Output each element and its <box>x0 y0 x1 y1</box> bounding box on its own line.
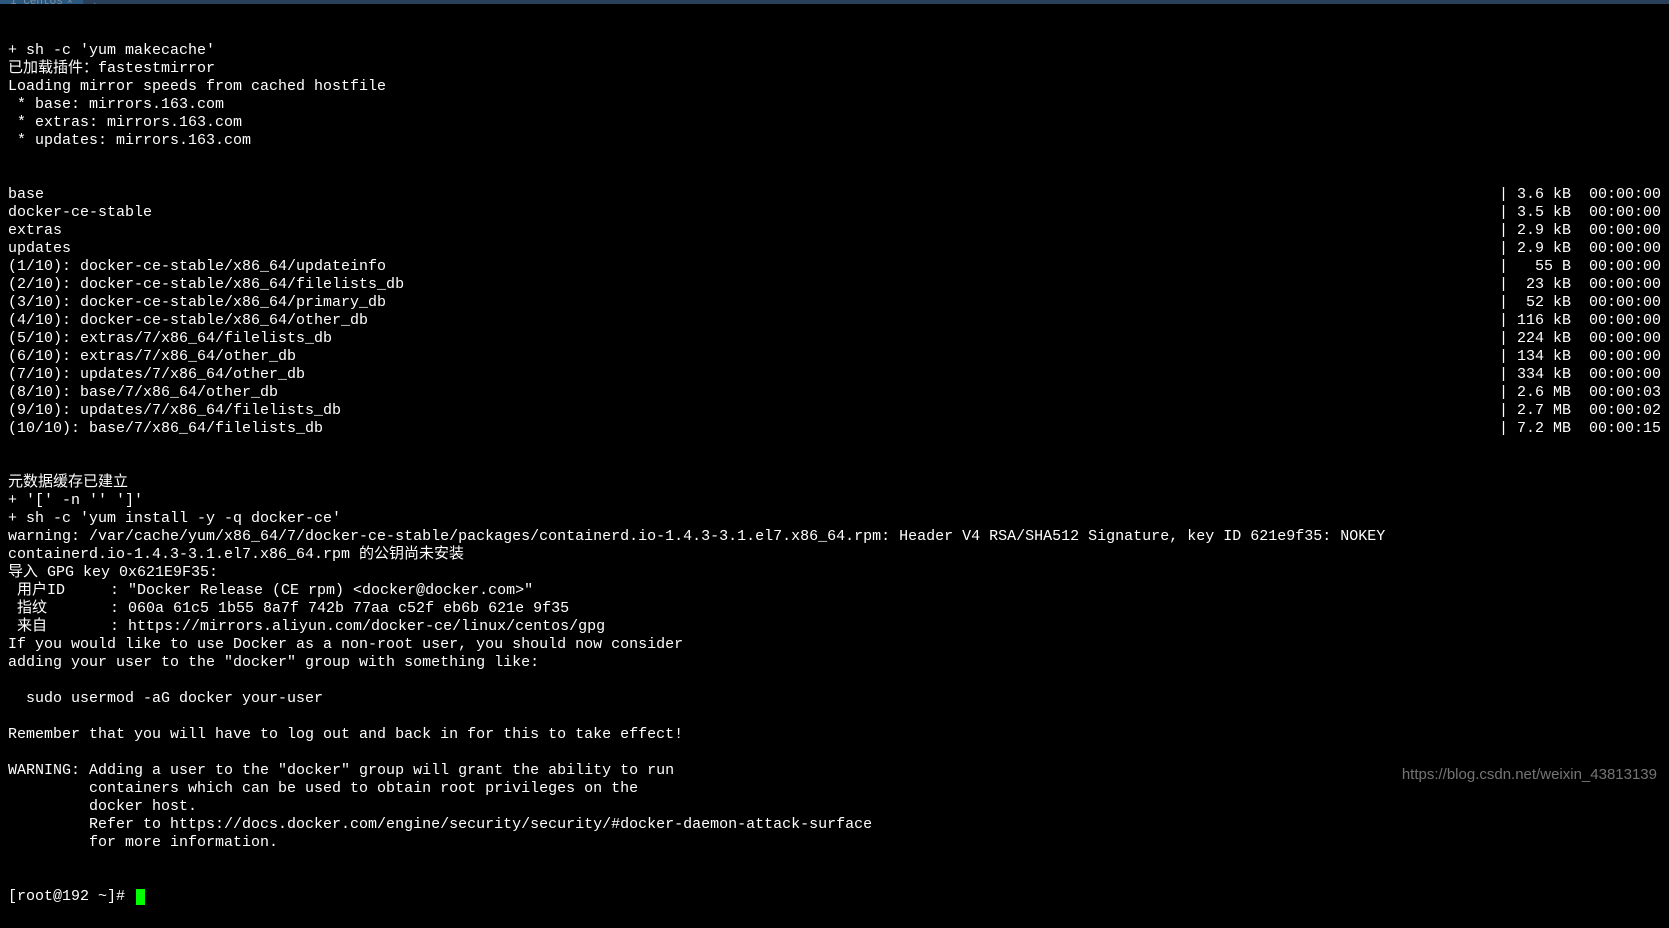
repo-row: (1/10): docker-ce-stable/x86_64/updatein… <box>8 258 1661 276</box>
repo-row: (3/10): docker-ce-stable/x86_64/primary_… <box>8 294 1661 312</box>
terminal-output[interactable]: + sh -c 'yum makecache'已加载插件：fastestmirr… <box>0 4 1669 928</box>
repo-name: (4/10): docker-ce-stable/x86_64/other_db <box>8 312 368 330</box>
shell-prompt: [root@192 ~]# <box>8 888 134 906</box>
repo-name: docker-ce-stable <box>8 204 152 222</box>
repo-row: base | 3.6 kB 00:00:00 <box>8 186 1661 204</box>
repo-stats: | 116 kB 00:00:00 <box>1499 312 1661 330</box>
terminal-line: + sh -c 'yum install -y -q docker-ce' <box>8 510 1661 528</box>
plus-icon: + <box>91 0 99 4</box>
terminal-line: 导入 GPG key 0x621E9F35: <box>8 564 1661 582</box>
repo-name: (2/10): docker-ce-stable/x86_64/filelist… <box>8 276 404 294</box>
repo-row: updates | 2.9 kB 00:00:00 <box>8 240 1661 258</box>
terminal-line: sudo usermod -aG docker your-user <box>8 690 1661 708</box>
repo-stats: | 334 kB 00:00:00 <box>1499 366 1661 384</box>
tab-label: 1 centos <box>10 0 63 4</box>
repo-name: (8/10): base/7/x86_64/other_db <box>8 384 278 402</box>
repo-row: (5/10): extras/7/x86_64/filelists_db | 22… <box>8 330 1661 348</box>
repo-row: (9/10): updates/7/x86_64/filelists_db | 2… <box>8 402 1661 420</box>
add-tab-button[interactable]: + <box>83 0 107 4</box>
terminal-line: 指纹 : 060a 61c5 1b55 8a7f 742b 77aa c52f … <box>8 600 1661 618</box>
repo-name: (7/10): updates/7/x86_64/other_db <box>8 366 305 384</box>
repo-name: (3/10): docker-ce-stable/x86_64/primary_… <box>8 294 386 312</box>
repo-stats: | 55 B 00:00:00 <box>1499 258 1661 276</box>
terminal-line: * updates: mirrors.163.com <box>8 132 1661 150</box>
terminal-line: 元数据缓存已建立 <box>8 474 1661 492</box>
terminal-line <box>8 744 1661 762</box>
terminal-line: 来自 : https://mirrors.aliyun.com/docker-c… <box>8 618 1661 636</box>
repo-row: docker-ce-stable | 3.5 kB 00:00:00 <box>8 204 1661 222</box>
repo-row: (10/10): base/7/x86_64/filelists_db | 7.2… <box>8 420 1661 438</box>
cursor-icon <box>136 889 145 905</box>
repo-stats: | 7.2 MB 00:00:15 <box>1499 420 1661 438</box>
terminal-line: 用户ID : "Docker Release (CE rpm) <docker@… <box>8 582 1661 600</box>
repo-stats: | 3.5 kB 00:00:00 <box>1499 204 1661 222</box>
repo-name: extras <box>8 222 62 240</box>
terminal-line: + sh -c 'yum makecache' <box>8 42 1661 60</box>
repo-name: (9/10): updates/7/x86_64/filelists_db <box>8 402 341 420</box>
terminal-line: Loading mirror speeds from cached hostfi… <box>8 78 1661 96</box>
terminal-line: If you would like to use Docker as a non… <box>8 636 1661 654</box>
repo-row: (7/10): updates/7/x86_64/other_db | 334 k… <box>8 366 1661 384</box>
terminal-line: Refer to https://docs.docker.com/engine/… <box>8 816 1661 834</box>
terminal-line: adding your user to the "docker" group w… <box>8 654 1661 672</box>
terminal-line: warning: /var/cache/yum/x86_64/7/docker-… <box>8 528 1661 546</box>
repo-stats: | 224 kB 00:00:00 <box>1499 330 1661 348</box>
repo-name: (1/10): docker-ce-stable/x86_64/updatein… <box>8 258 386 276</box>
repo-stats: | 52 kB 00:00:00 <box>1499 294 1661 312</box>
repo-row: (6/10): extras/7/x86_64/other_db | 134 kB… <box>8 348 1661 366</box>
terminal-line <box>8 672 1661 690</box>
repo-row: (8/10): base/7/x86_64/other_db | 2.6 MB 0… <box>8 384 1661 402</box>
terminal-line: * base: mirrors.163.com <box>8 96 1661 114</box>
repo-stats: | 2.7 MB 00:00:02 <box>1499 402 1661 420</box>
prompt-line[interactable]: [root@192 ~]# <box>8 888 1661 906</box>
repo-stats: | 23 kB 00:00:00 <box>1499 276 1661 294</box>
terminal-line: 已加载插件：fastestmirror <box>8 60 1661 78</box>
terminal-line: * extras: mirrors.163.com <box>8 114 1661 132</box>
tab-centos[interactable]: 1 centos × <box>0 0 83 4</box>
repo-stats: | 2.9 kB 00:00:00 <box>1499 240 1661 258</box>
repo-stats: | 134 kB 00:00:00 <box>1499 348 1661 366</box>
repo-name: base <box>8 186 44 204</box>
repo-name: (10/10): base/7/x86_64/filelists_db <box>8 420 323 438</box>
repo-row: (2/10): docker-ce-stable/x86_64/filelist… <box>8 276 1661 294</box>
repo-name: (5/10): extras/7/x86_64/filelists_db <box>8 330 332 348</box>
watermark-text: https://blog.csdn.net/weixin_43813139 <box>1402 766 1657 783</box>
repo-stats: | 2.9 kB 00:00:00 <box>1499 222 1661 240</box>
repo-name: (6/10): extras/7/x86_64/other_db <box>8 348 296 366</box>
terminal-line: Remember that you will have to log out a… <box>8 726 1661 744</box>
terminal-line <box>8 708 1661 726</box>
terminal-line: docker host. <box>8 798 1661 816</box>
repo-name: updates <box>8 240 71 258</box>
close-icon[interactable]: × <box>67 0 73 4</box>
repo-row: (4/10): docker-ce-stable/x86_64/other_db… <box>8 312 1661 330</box>
repo-row: extras | 2.9 kB 00:00:00 <box>8 222 1661 240</box>
repo-stats: | 3.6 kB 00:00:00 <box>1499 186 1661 204</box>
repo-stats: | 2.6 MB 00:00:03 <box>1499 384 1661 402</box>
terminal-line: + '[' -n '' ']' <box>8 492 1661 510</box>
terminal-line: containerd.io-1.4.3-3.1.el7.x86_64.rpm 的… <box>8 546 1661 564</box>
terminal-line: for more information. <box>8 834 1661 852</box>
